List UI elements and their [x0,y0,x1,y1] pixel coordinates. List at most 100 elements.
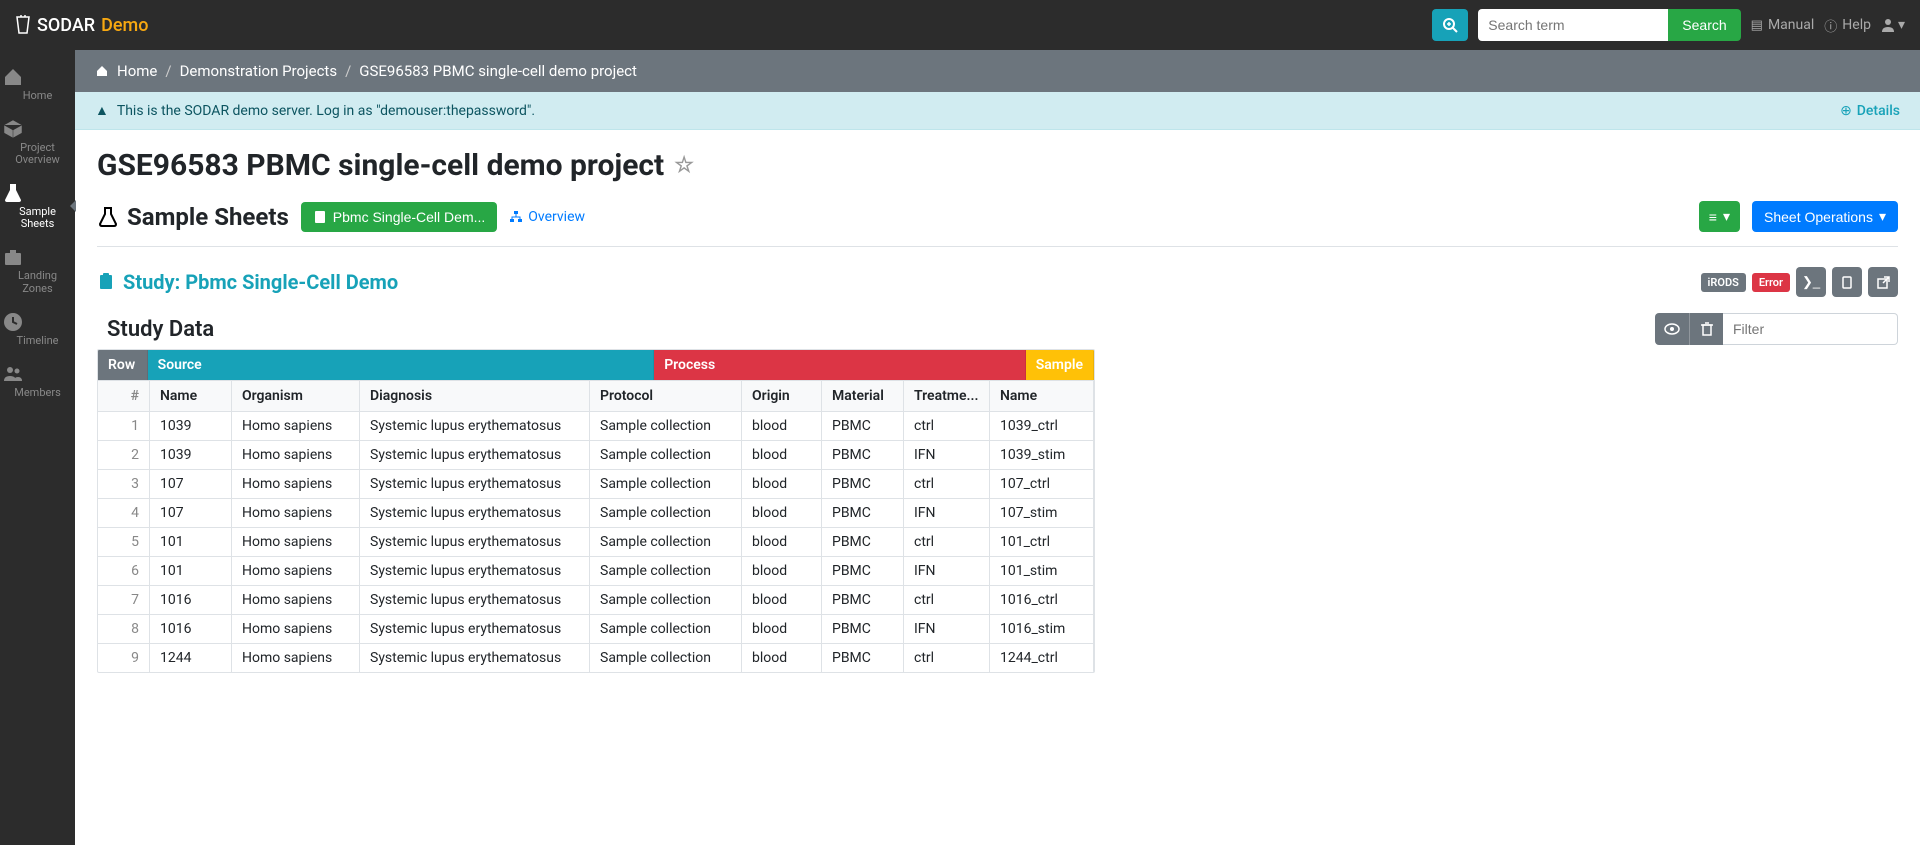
sidebar-item-project-overview[interactable]: Project Overview [0,110,75,174]
search-input[interactable] [1478,9,1668,41]
cell[interactable]: 1039 [150,441,232,469]
cell[interactable]: 7 [98,586,150,614]
help-link[interactable]: ⓘ Help [1824,16,1871,35]
cell[interactable]: PBMC [822,528,904,556]
cell[interactable]: 107_ctrl [990,470,1094,498]
cell[interactable]: blood [742,528,822,556]
cell[interactable]: Sample collection [590,441,742,469]
cell[interactable]: Homo sapiens [232,441,360,469]
cell[interactable]: 4 [98,499,150,527]
col-treatment[interactable]: Treatme... [904,381,990,411]
cell[interactable]: blood [742,412,822,440]
table-row[interactable]: 21039Homo sapiensSystemic lupus erythema… [98,441,1094,470]
cell[interactable]: ctrl [904,470,990,498]
breadcrumb-projects[interactable]: Demonstration Projects [180,62,338,80]
cell[interactable]: Systemic lupus erythematosus [360,528,590,556]
table-row[interactable]: 81016Homo sapiensSystemic lupus erythema… [98,615,1094,644]
cell[interactable]: Systemic lupus erythematosus [360,412,590,440]
search-button[interactable]: Search [1668,9,1740,41]
study-dropdown-button[interactable]: Pbmc Single-Cell Dem... [301,202,498,232]
sidebar-item-sample-sheets[interactable]: Sample Sheets [0,174,75,238]
cell[interactable]: Homo sapiens [232,615,360,643]
cell[interactable]: 5 [98,528,150,556]
cell[interactable]: IFN [904,557,990,585]
cell[interactable]: 1016 [150,615,232,643]
cell[interactable]: Systemic lupus erythematosus [360,586,590,614]
cell[interactable]: ctrl [904,644,990,672]
cell[interactable]: IFN [904,499,990,527]
copy-button[interactable] [1832,267,1862,297]
cell[interactable]: Sample collection [590,557,742,585]
cell[interactable]: ctrl [904,528,990,556]
cell[interactable]: Sample collection [590,644,742,672]
table-row[interactable]: 5101Homo sapiensSystemic lupus erythemat… [98,528,1094,557]
cell[interactable]: PBMC [822,644,904,672]
sidebar-item-home[interactable]: Home [0,58,75,110]
table-row[interactable]: 3107Homo sapiensSystemic lupus erythemat… [98,470,1094,499]
sidebar-item-landing-zones[interactable]: Landing Zones [0,238,75,302]
cell[interactable]: 1016_ctrl [990,586,1094,614]
cell[interactable]: blood [742,615,822,643]
col-origin[interactable]: Origin [742,381,822,411]
breadcrumb-home[interactable]: Home [117,62,157,80]
table-row[interactable]: 6101Homo sapiensSystemic lupus erythemat… [98,557,1094,586]
cell[interactable]: 101 [150,528,232,556]
external-link-button[interactable] [1868,267,1898,297]
cell[interactable]: 1039 [150,412,232,440]
cell[interactable]: IFN [904,441,990,469]
cell[interactable]: Systemic lupus erythematosus [360,470,590,498]
col-diagnosis[interactable]: Diagnosis [360,381,590,411]
cell[interactable]: PBMC [822,586,904,614]
cell[interactable]: Homo sapiens [232,557,360,585]
terminal-button[interactable]: ❯_ [1796,267,1826,297]
cell[interactable]: Systemic lupus erythematosus [360,499,590,527]
cell[interactable]: 8 [98,615,150,643]
sidebar-item-members[interactable]: Members [0,355,75,407]
cell[interactable]: ctrl [904,412,990,440]
cell[interactable]: Systemic lupus erythematosus [360,441,590,469]
cell[interactable]: blood [742,470,822,498]
cell[interactable]: 107 [150,470,232,498]
cell[interactable]: 1039_stim [990,441,1094,469]
cell[interactable]: 1244_ctrl [990,644,1094,672]
cell[interactable]: Homo sapiens [232,412,360,440]
col-index[interactable]: # [98,381,150,411]
star-toggle[interactable]: ☆ [674,153,694,178]
table-row[interactable]: 91244Homo sapiensSystemic lupus erythema… [98,644,1094,672]
cell[interactable]: Sample collection [590,615,742,643]
cell[interactable]: 2 [98,441,150,469]
cell[interactable]: Homo sapiens [232,528,360,556]
brand[interactable]: SODAR Demo [15,15,148,36]
cell[interactable]: PBMC [822,470,904,498]
sidebar-item-timeline[interactable]: Timeline [0,303,75,355]
col-name[interactable]: Name [150,381,232,411]
col-protocol[interactable]: Protocol [590,381,742,411]
advanced-search-button[interactable] [1432,9,1468,41]
cell[interactable]: blood [742,499,822,527]
sheet-operations-button[interactable]: Sheet Operations ▾ [1752,201,1898,232]
cell[interactable]: 1016 [150,586,232,614]
cell[interactable]: PBMC [822,615,904,643]
table-row[interactable]: 71016Homo sapiensSystemic lupus erythema… [98,586,1094,615]
cell[interactable]: Systemic lupus erythematosus [360,615,590,643]
cell[interactable]: 1016_stim [990,615,1094,643]
cell[interactable]: blood [742,441,822,469]
cell[interactable]: Homo sapiens [232,586,360,614]
cell[interactable]: PBMC [822,412,904,440]
cell[interactable]: Sample collection [590,528,742,556]
cell[interactable]: 1244 [150,644,232,672]
cell[interactable]: 1 [98,412,150,440]
cell[interactable]: 101_stim [990,557,1094,585]
cell[interactable]: IFN [904,615,990,643]
cell[interactable]: Homo sapiens [232,644,360,672]
cell[interactable]: PBMC [822,499,904,527]
manual-link[interactable]: ▤ Manual [1751,17,1815,33]
cell[interactable]: blood [742,557,822,585]
cell[interactable]: 1039_ctrl [990,412,1094,440]
cell[interactable]: Systemic lupus erythematosus [360,644,590,672]
cell[interactable]: ctrl [904,586,990,614]
table-options-button[interactable]: ≡ ▾ [1699,201,1740,232]
cell[interactable]: Homo sapiens [232,499,360,527]
delete-button[interactable] [1689,313,1723,345]
col-organism[interactable]: Organism [232,381,360,411]
